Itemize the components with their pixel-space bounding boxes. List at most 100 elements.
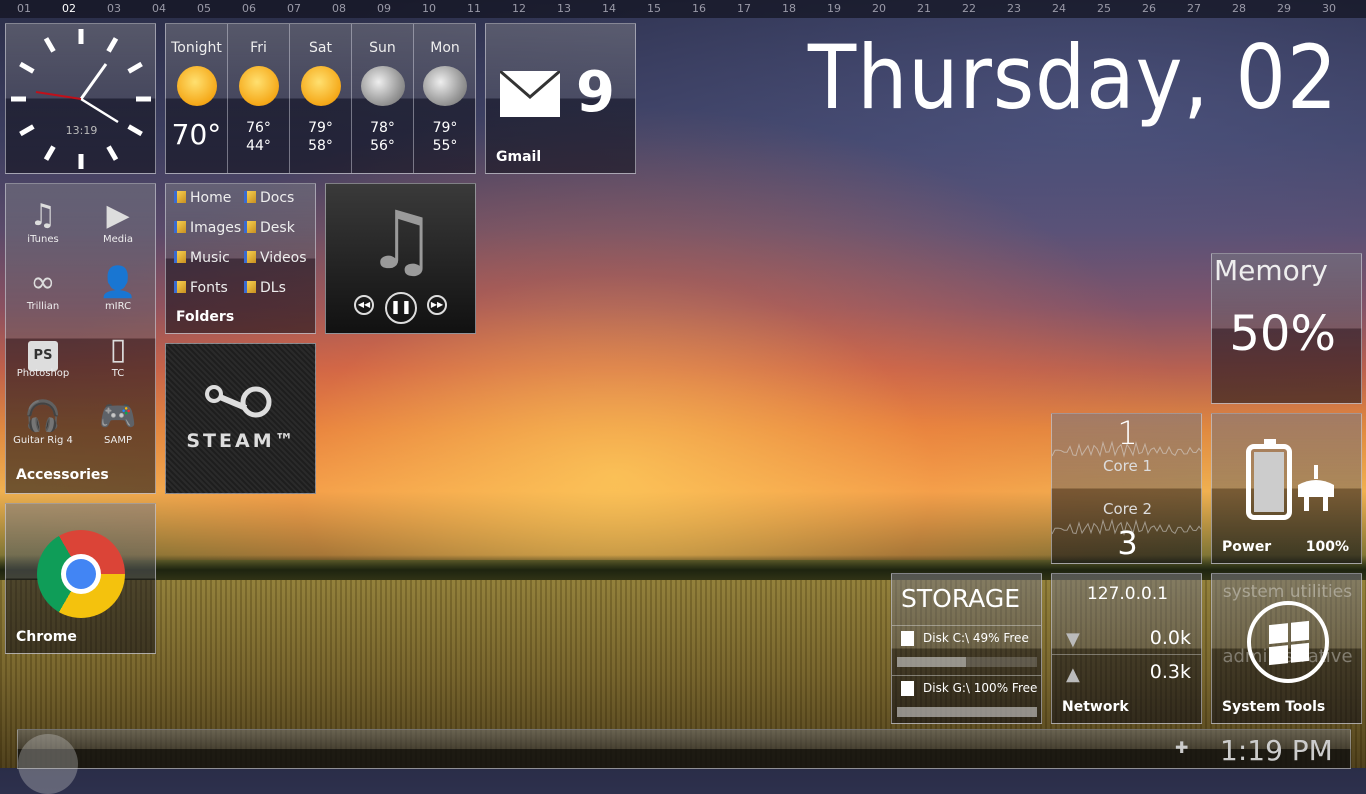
folder-label: Desk [260,220,295,236]
download-icon: ▼ [1066,629,1080,650]
weather-widget[interactable]: Tonight 70° Fri 76° 44° Sat 79° 58° Sun 78° 56° Mon… [165,23,476,174]
calendar-day[interactable]: 01 [9,2,39,15]
disk-row[interactable]: Disk C:\ 49% Free [892,625,1041,675]
calendar-day[interactable]: 09 [369,2,399,15]
music-note-icon: ♫ [29,198,57,233]
power-widget: Power 100% [1211,413,1362,564]
folder-icon [244,281,256,293]
clock-tick [106,37,119,53]
calendar-day[interactable]: 03 [99,2,129,15]
calendar-day[interactable]: 22 [954,2,984,15]
calendar-day[interactable]: 10 [414,2,444,15]
calendar-day[interactable]: 07 [279,2,309,15]
folder-label: Home [190,190,232,206]
steam-launcher[interactable]: STEAM™ [165,343,316,494]
start-button[interactable] [18,734,78,794]
app-launcher-mirc[interactable]: 👤 mIRC [83,265,153,312]
calendar-day[interactable]: 16 [684,2,714,15]
calendar-day[interactable]: 25 [1089,2,1119,15]
folder-link[interactable]: Fonts [174,280,228,296]
low-temp: 56° [370,138,395,154]
chrome-label: Chrome [16,629,77,645]
taskbar-clock[interactable]: 1:19 PM [1220,734,1333,767]
calendar-day[interactable]: 17 [729,2,759,15]
app-label: SAMP [103,435,133,446]
calendar-day[interactable]: 26 [1134,2,1164,15]
calendar-day[interactable]: 13 [549,2,579,15]
app-launcher-photoshop[interactable]: PS Photoshop [8,332,78,379]
pause-button[interactable]: ❚❚ [385,292,417,324]
disk-row[interactable]: Disk G:\ 100% Free [892,675,1041,723]
app-launcher-media[interactable]: ▶ Media [83,198,153,245]
app-launcher-itunes[interactable]: ♫ iTunes [8,198,78,245]
forecast-day: Mon 79° 55° [414,24,475,173]
app-launcher-samp[interactable]: 🎮 SAMP [83,399,153,446]
headphones-icon: 🎧 [24,399,62,434]
folder-label: Fonts [190,280,228,296]
calendar-day[interactable]: 14 [594,2,624,15]
disk-usage-bar [897,657,1037,667]
app-label: TC [111,368,125,379]
calendar-day[interactable]: 18 [774,2,804,15]
ip-address: 127.0.0.1 [1086,584,1169,604]
storage-title: STORAGE [901,584,1021,613]
clock-widget[interactable]: 13:19 [5,23,156,174]
calendar-day[interactable]: 04 [144,2,174,15]
minute-hand [80,97,119,124]
calendar-day[interactable]: 20 [864,2,894,15]
calendar-day[interactable]: 02 [54,2,84,15]
calendar-day[interactable]: 06 [234,2,264,15]
high-temp: 79° [432,120,458,136]
chrome-launcher[interactable]: Chrome [5,503,156,654]
user-icon: 👤 [99,265,137,300]
sunny-icon [238,66,279,106]
calendar-day[interactable]: 24 [1044,2,1074,15]
core2-label: Core 2 [1102,500,1153,518]
calendar-day[interactable]: 21 [909,2,939,15]
previous-button[interactable]: ◀◀ [354,295,374,315]
calendar-day[interactable]: 05 [189,2,219,15]
app-label: iTunes [27,234,59,245]
high-temp: 78° [370,120,395,136]
music-note-icon: ♫ [365,194,438,287]
system-tools-widget[interactable]: system utilities administrative System T… [1211,573,1362,724]
clock-tick [127,61,143,74]
calendar-day[interactable]: 30 [1314,2,1344,15]
calendar-day[interactable]: 12 [504,2,534,15]
calendar-day[interactable]: 27 [1179,2,1209,15]
app-launcher-guitar-rig-4[interactable]: 🎧 Guitar Rig 4 [8,399,78,446]
calendar-day[interactable]: 23 [999,2,1029,15]
calendar-day[interactable]: 11 [459,2,489,15]
low-temp: 55° [432,138,458,154]
calendar-day[interactable]: 15 [639,2,669,15]
folder-link[interactable]: Docs [244,190,294,206]
folder-link[interactable]: Music [174,250,230,266]
download-rate: 0.0k [1149,627,1191,649]
folder-link[interactable]: Home [174,190,231,206]
folder-label: Videos [260,250,307,266]
app-launcher-tc[interactable]: ▯ TC [83,332,153,379]
app-label: Media [102,234,134,245]
folder-link[interactable]: Images [174,220,241,236]
folder-label: Music [190,250,230,266]
folders-widget: Folders Home Docs Images Desk Music Videos Fon… [165,183,316,334]
gmail-widget[interactable]: 9 Gmail [485,23,636,174]
chrome-logo-icon [37,530,125,618]
folder-icon [174,221,186,233]
folder-link[interactable]: Desk [244,220,295,236]
folder-label: DLs [260,280,286,296]
calendar-day[interactable]: 29 [1269,2,1299,15]
folder-icon [244,221,256,233]
calendar-day[interactable]: 19 [819,2,849,15]
forecast-day: Tonight 70° [166,24,228,173]
folder-link[interactable]: Videos [244,250,307,266]
add-icon[interactable]: ✚ [1175,738,1188,757]
next-button[interactable]: ▶▶ [427,295,447,315]
steam-label: STEAM™ [186,430,297,452]
calendar-day[interactable]: 08 [324,2,354,15]
folder-link[interactable]: DLs [244,280,286,296]
digital-time: 13:19 [65,124,98,137]
date-heading: Thursday, 02 [807,26,1338,129]
app-launcher-trillian[interactable]: ∞ Trillian [8,265,78,312]
calendar-day[interactable]: 28 [1224,2,1254,15]
